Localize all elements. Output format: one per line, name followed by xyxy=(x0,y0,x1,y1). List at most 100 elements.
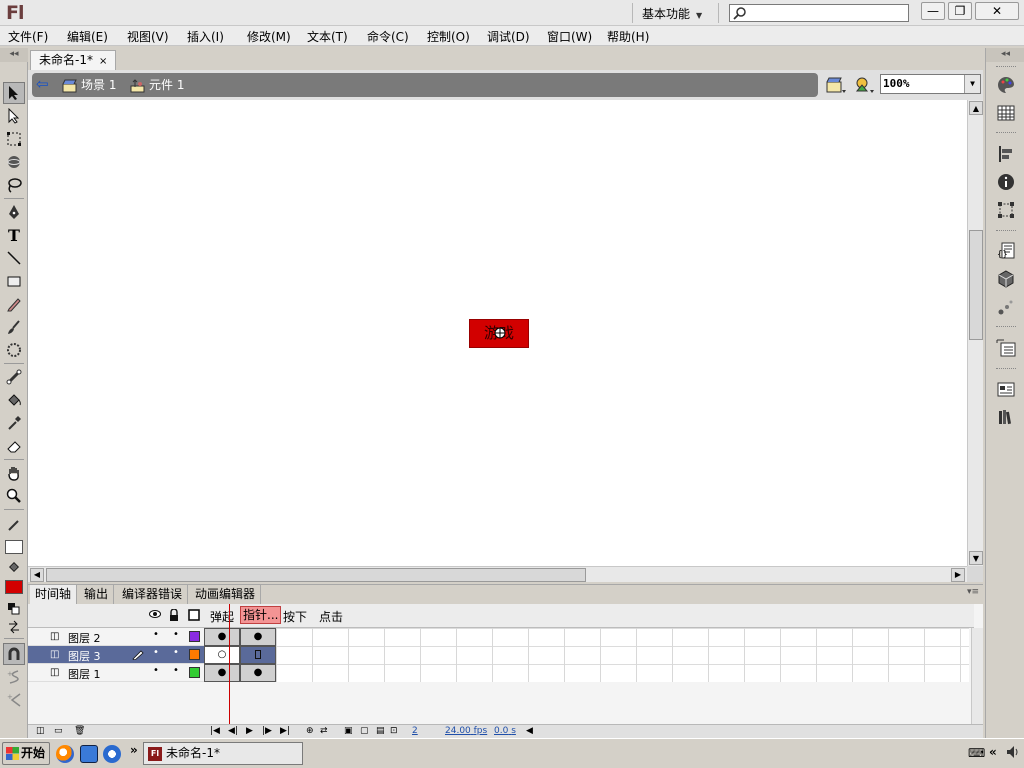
transform-icon[interactable] xyxy=(995,199,1017,221)
game-button-symbol[interactable]: 游戏 xyxy=(469,319,529,348)
keyframe[interactable]: ● xyxy=(204,664,240,682)
zoom-tool-icon[interactable] xyxy=(3,485,25,507)
edit-symbols-icon[interactable] xyxy=(854,76,876,97)
bone-tool-icon[interactable] xyxy=(3,366,25,388)
menu-view[interactable]: 视图(V) xyxy=(127,28,169,45)
desktop-icon[interactable] xyxy=(80,745,98,763)
bookshelf-icon[interactable] xyxy=(995,406,1017,428)
empty-keyframe[interactable]: ○ xyxy=(204,646,240,664)
help-search-input[interactable] xyxy=(729,4,909,22)
layer-row[interactable]: ◫ 图层 2 • • xyxy=(28,628,204,646)
visibility-dot[interactable]: • xyxy=(153,647,159,658)
line-tool-icon[interactable] xyxy=(3,247,25,269)
tab-output[interactable]: 输出 xyxy=(79,585,115,605)
visibility-dot[interactable]: • xyxy=(153,665,159,676)
tab-timeline[interactable]: 时间轴 xyxy=(30,585,78,605)
subselection-tool-icon[interactable] xyxy=(3,105,25,127)
text-tool-icon[interactable]: T xyxy=(3,224,25,246)
align-icon[interactable] xyxy=(995,143,1017,165)
new-layer-icon[interactable]: ◫ xyxy=(36,726,45,736)
eyedropper-tool-icon[interactable] xyxy=(3,412,25,434)
keyframe[interactable]: ● xyxy=(240,664,276,682)
keyframe[interactable]: ● xyxy=(240,628,276,646)
pencil-tool-icon[interactable] xyxy=(3,293,25,315)
workspace-switcher[interactable]: 基本功能 ▼ xyxy=(642,5,702,22)
stage[interactable]: 游戏 xyxy=(28,100,967,566)
layer-outline-color[interactable] xyxy=(189,649,200,660)
close-icon[interactable]: × xyxy=(99,56,107,67)
outline-icon[interactable] xyxy=(188,609,200,624)
lock-dot[interactable]: • xyxy=(173,665,179,676)
browser-icon[interactable] xyxy=(103,745,121,763)
scroll-right-icon[interactable]: ▶ xyxy=(951,568,965,582)
scroll-left-icon[interactable]: ◀ xyxy=(526,726,533,736)
prev-frame-icon[interactable]: ◀| xyxy=(228,726,238,736)
project-icon[interactable] xyxy=(995,378,1017,400)
free-transform-tool-icon[interactable] xyxy=(3,128,25,150)
lock-dot[interactable]: • xyxy=(173,629,179,640)
stage-horizontal-scrollbar[interactable]: ◀ ▶ xyxy=(28,566,967,582)
rectangle-tool-icon[interactable] xyxy=(3,270,25,292)
center-frame-icon[interactable]: ⊕ xyxy=(306,726,314,736)
motion-presets-icon[interactable] xyxy=(995,296,1017,318)
menu-help[interactable]: 帮助(H) xyxy=(607,28,649,45)
menu-file[interactable]: 文件(F) xyxy=(8,28,48,45)
breadcrumb-symbol[interactable]: 元件 1 xyxy=(130,76,184,94)
layer-outline-color[interactable] xyxy=(189,631,200,642)
scroll-thumb[interactable] xyxy=(969,230,983,340)
lock-dot[interactable]: • xyxy=(173,647,179,658)
timeline-vertical-scrollbar[interactable] xyxy=(971,628,983,724)
fill-color-icon[interactable] xyxy=(3,556,25,578)
stroke-color-swatch[interactable] xyxy=(3,536,25,558)
layer-row[interactable]: ◫ 图层 1 • • xyxy=(28,664,204,682)
swatches-icon[interactable] xyxy=(995,102,1017,124)
straighten-icon[interactable]: + xyxy=(3,689,25,711)
selection-tool-icon[interactable] xyxy=(3,82,25,104)
onion-outline-icon[interactable]: ▢ xyxy=(360,726,369,736)
current-frame[interactable]: 2 xyxy=(412,726,418,736)
minimize-button[interactable]: — xyxy=(921,2,945,20)
visibility-dot[interactable]: • xyxy=(153,629,159,640)
eraser-tool-icon[interactable] xyxy=(3,435,25,457)
selected-frame[interactable] xyxy=(240,646,276,664)
zoom-select[interactable]: 100% ▼ xyxy=(880,74,981,94)
onion-skin-icon[interactable]: ▣ xyxy=(344,726,353,736)
new-folder-icon[interactable]: ▭ xyxy=(54,726,63,736)
playhead[interactable] xyxy=(229,604,230,724)
lock-icon[interactable] xyxy=(169,608,179,624)
loop-icon[interactable]: ⇄ xyxy=(320,726,328,736)
scroll-thumb[interactable] xyxy=(46,568,586,582)
menu-edit[interactable]: 编辑(E) xyxy=(67,28,108,45)
menu-modify[interactable]: 修改(M) xyxy=(247,28,291,45)
scroll-up-icon[interactable]: ▲ xyxy=(969,101,983,115)
document-tab[interactable]: 未命名-1* × xyxy=(30,50,117,70)
last-frame-icon[interactable]: ▶| xyxy=(280,726,290,736)
color-palette-icon[interactable] xyxy=(995,74,1017,96)
breadcrumb-scene[interactable]: 场景 1 xyxy=(62,76,116,94)
library-icon[interactable] xyxy=(995,337,1017,359)
menu-text[interactable]: 文本(T) xyxy=(307,28,348,45)
close-button[interactable]: ✕ xyxy=(975,2,1019,20)
collapse-icon[interactable]: ◂◂ xyxy=(0,48,28,62)
media-player-icon[interactable] xyxy=(56,745,74,763)
frames-grid[interactable]: ● ● ○ ● ● xyxy=(204,628,969,682)
expand-panels-icon[interactable]: ◂◂ xyxy=(986,48,1024,62)
tab-motion-editor[interactable]: 动画编辑器 xyxy=(190,585,262,605)
swap-colors-icon[interactable] xyxy=(3,616,25,638)
3d-rotation-tool-icon[interactable] xyxy=(3,151,25,173)
next-frame-icon[interactable]: |▶ xyxy=(262,726,272,736)
delete-layer-icon[interactable]: 🗑 xyxy=(74,726,85,736)
keyframe[interactable]: ● xyxy=(204,628,240,646)
first-frame-icon[interactable]: |◀ xyxy=(210,726,220,736)
tray-expand-icon[interactable]: « xyxy=(989,745,997,759)
menu-control[interactable]: 控制(O) xyxy=(427,28,470,45)
keyboard-icon[interactable]: ⌨ xyxy=(968,746,985,760)
volume-icon[interactable] xyxy=(1006,745,1020,762)
brush-tool-icon[interactable] xyxy=(3,316,25,338)
menu-debug[interactable]: 调试(D) xyxy=(487,28,530,45)
stroke-color-icon[interactable] xyxy=(3,514,25,536)
menu-commands[interactable]: 命令(C) xyxy=(367,28,409,45)
frame-rate[interactable]: 24.00 fps xyxy=(445,726,487,736)
hand-tool-icon[interactable] xyxy=(3,462,25,484)
back-arrow-icon[interactable]: ⇦ xyxy=(36,76,54,94)
